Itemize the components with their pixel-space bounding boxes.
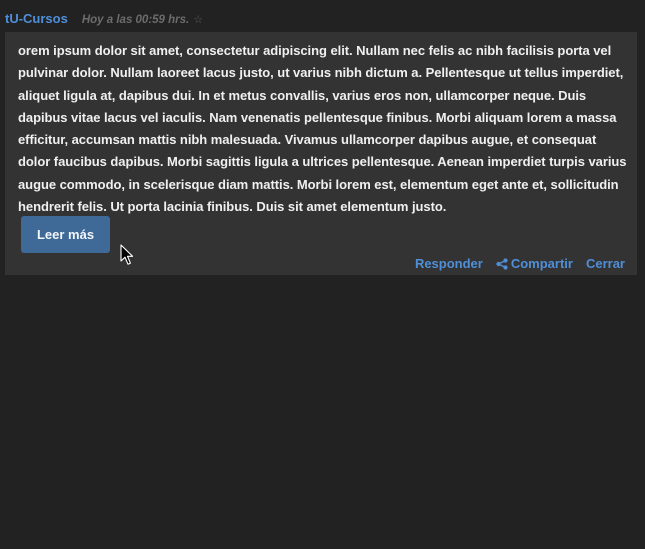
share-label: Compartir: [510, 256, 573, 271]
post-actions: Responder Compartir Cerrar: [415, 256, 625, 271]
post-container: orem ipsum dolor sit amet, consectetur a…: [5, 32, 637, 275]
post-timestamp: Hoy a las 00:59 hrs.: [81, 14, 190, 26]
share-link[interactable]: Compartir: [496, 256, 573, 271]
reply-label: Responder: [414, 256, 483, 271]
post-body: orem ipsum dolor sit amet, consectetur a…: [18, 43, 627, 215]
read-more-button[interactable]: Leer más: [21, 216, 110, 253]
post-header: tU-Cursos Hoy a las 00:59 hrs. ☆: [5, 11, 203, 27]
share-icon: [496, 257, 508, 270]
close-label: Cerrar: [585, 256, 625, 271]
reply-link[interactable]: Responder: [415, 256, 483, 271]
mouse-pointer-icon: [120, 244, 133, 265]
close-link[interactable]: Cerrar: [586, 256, 625, 271]
star-icon[interactable]: ☆: [193, 13, 203, 26]
author-link[interactable]: tU-Cursos: [5, 11, 68, 26]
